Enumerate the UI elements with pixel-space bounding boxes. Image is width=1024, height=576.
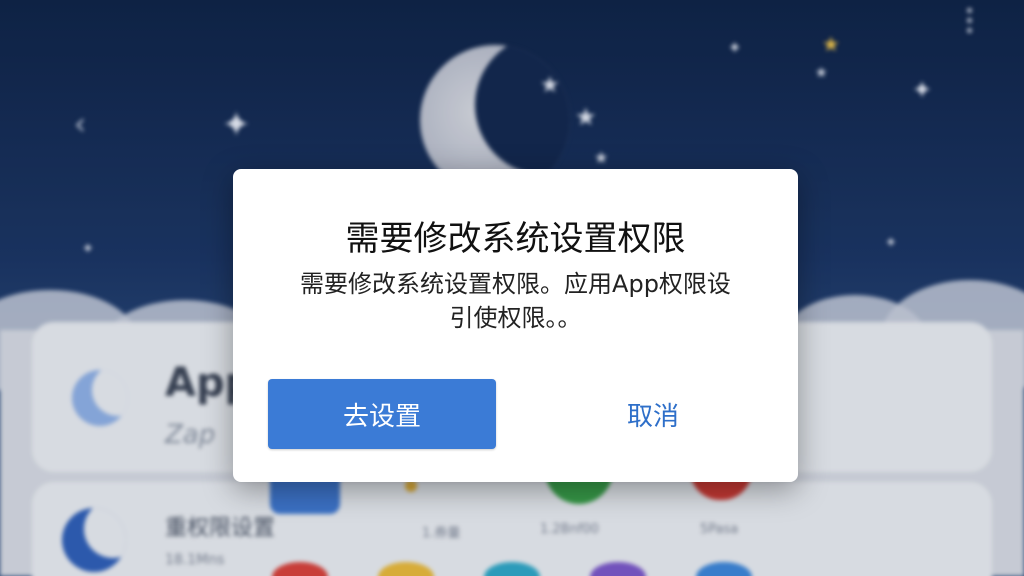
go-to-settings-button[interactable]: 去设置 [268, 379, 496, 449]
cancel-button[interactable]: 取消 [553, 379, 753, 449]
dialog-message-line: 引使权限。。 [449, 304, 582, 332]
dialog-message: 需要修改系统设置权限。应用App权限设 引使权限。。 [253, 267, 778, 335]
permission-dialog: 需要修改系统设置权限 需要修改系统设置权限。应用App权限设 引使权限。。 去设… [233, 169, 798, 482]
dialog-title: 需要修改系统设置权限 [345, 219, 686, 259]
screen: ✦ ★ ★ ✦ ★ ★ ✦ ✦ ★ ✦ ‹ App Zap 重权限设置 18.1… [0, 0, 1024, 576]
dialog-message-line: 需要修改系统设置权限。应用App权限设 [300, 270, 731, 298]
